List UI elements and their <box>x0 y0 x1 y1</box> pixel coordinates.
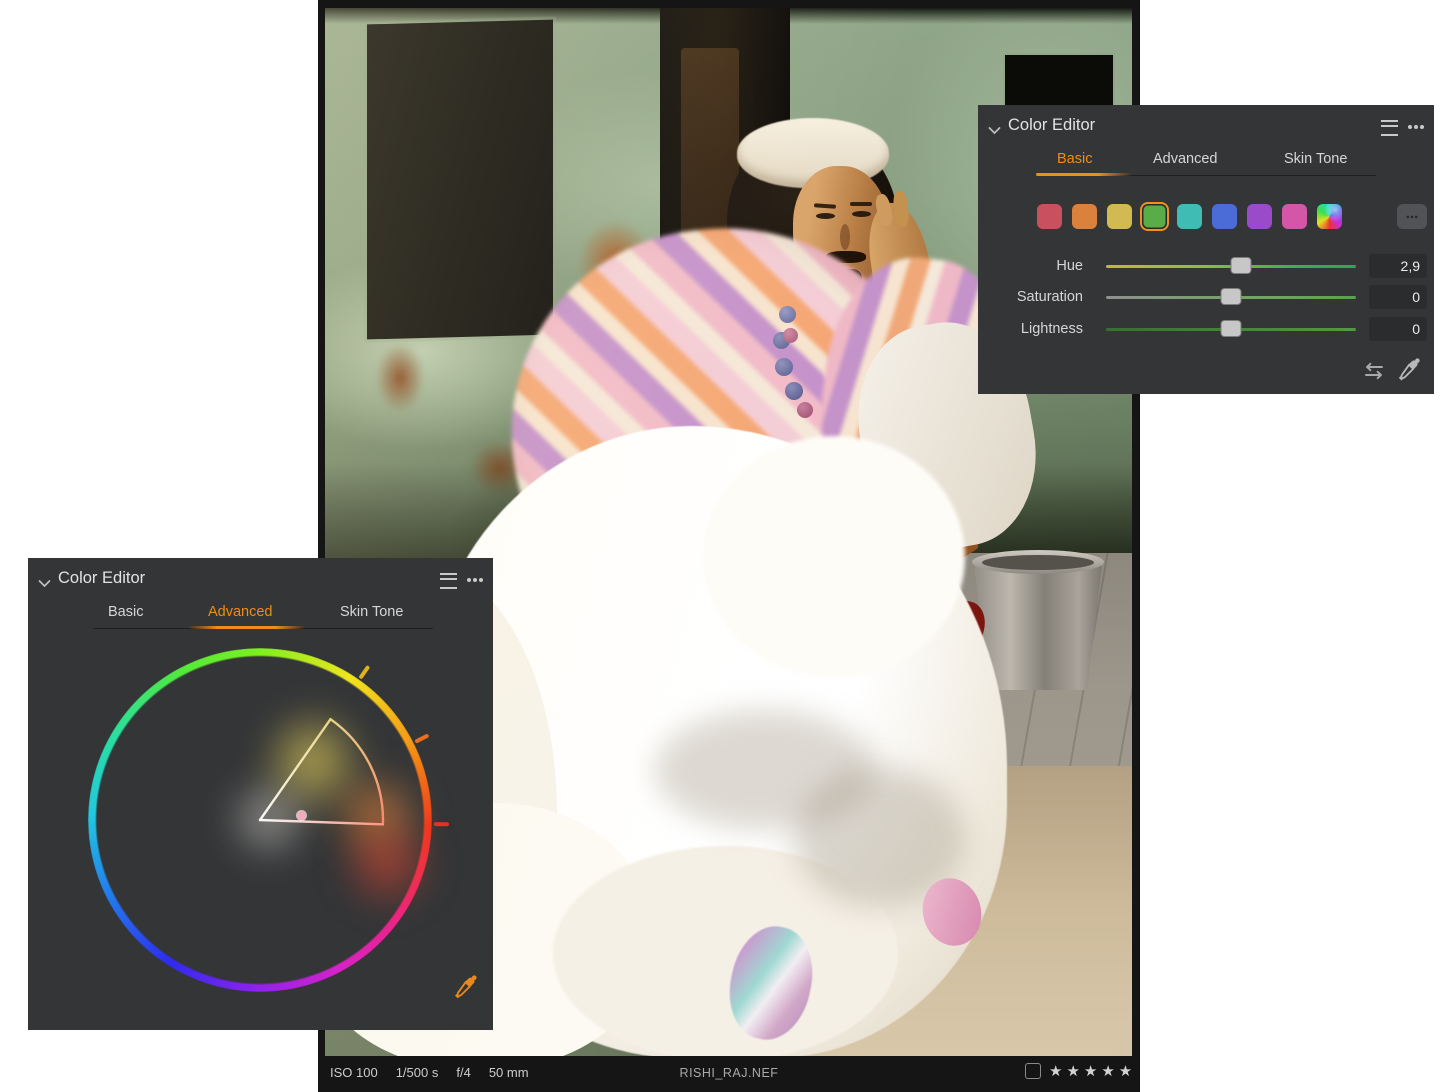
saturation-label: Saturation <box>978 289 1083 305</box>
saturation-slider[interactable] <box>1106 296 1356 299</box>
exif-readout: ISO 100 1/500 s f/4 50 mm <box>330 1065 529 1080</box>
hamburger-menu-icon[interactable] <box>1381 120 1398 136</box>
lightness-value-field[interactable]: 0 <box>1369 317 1427 341</box>
hue-slider-row: Hue 2,9 <box>978 250 1434 282</box>
ellipsis-menu-icon[interactable] <box>1408 125 1412 129</box>
swatch-purple[interactable] <box>1247 204 1272 229</box>
chevron-down-icon[interactable] <box>988 122 1001 140</box>
swatch-spectrum[interactable] <box>1317 204 1342 229</box>
swatch-blue[interactable] <box>1212 204 1237 229</box>
more-swatches-button[interactable]: ... <box>1397 204 1427 229</box>
image-filename: RISHI_RAJ.NEF <box>680 1066 779 1080</box>
hue-slider-thumb[interactable] <box>1231 257 1252 274</box>
app-canvas: ISO 100 1/500 s f/4 50 mm RISHI_RAJ.NEF … <box>0 0 1456 1092</box>
hue-value-field[interactable]: 2,9 <box>1369 254 1427 278</box>
eyedropper-icon[interactable] <box>1394 357 1421 389</box>
tab-skin-tone[interactable]: Skin Tone <box>1284 151 1347 167</box>
lightness-slider-row: Lightness 0 <box>978 313 1434 345</box>
color-editor-panel-basic: Color Editor Basic Advanced Skin Tone ..… <box>978 105 1434 394</box>
saturation-value-field[interactable]: 0 <box>1369 285 1427 309</box>
saturation-slider-thumb[interactable] <box>1221 288 1242 305</box>
hue-slider[interactable] <box>1106 265 1356 268</box>
tab-advanced[interactable]: Advanced <box>208 604 273 620</box>
star-rating[interactable]: ★★★★★ <box>1049 1062 1136 1080</box>
lightness-slider[interactable] <box>1106 328 1356 331</box>
hamburger-menu-icon[interactable] <box>440 573 457 589</box>
swatch-red[interactable] <box>1037 204 1062 229</box>
lightness-label: Lightness <box>978 321 1083 337</box>
swatch-green[interactable] <box>1142 204 1167 229</box>
selection-wedge[interactable] <box>88 648 432 992</box>
saturation-slider-row: Saturation 0 <box>978 281 1434 313</box>
tab-basic[interactable]: Basic <box>108 604 143 620</box>
color-tag-checkbox[interactable] <box>1025 1063 1041 1079</box>
lightness-slider-thumb[interactable] <box>1221 320 1242 337</box>
exif-aperture: f/4 <box>456 1065 470 1080</box>
compare-arrows-icon[interactable] <box>1362 361 1386 386</box>
ellipsis-menu-icon[interactable] <box>467 578 471 582</box>
swatch-teal[interactable] <box>1177 204 1202 229</box>
tab-advanced[interactable]: Advanced <box>1153 151 1218 167</box>
tab-basic[interactable]: Basic <box>1057 151 1092 167</box>
exif-focal-length: 50 mm <box>489 1065 529 1080</box>
color-editor-panel-advanced: Color Editor Basic Advanced Skin Tone <box>28 558 493 1030</box>
tab-skin-tone[interactable]: Skin Tone <box>340 604 403 620</box>
panel-title: Color Editor <box>1008 116 1095 135</box>
exif-iso: ISO 100 <box>330 1065 378 1080</box>
active-tab-underline <box>188 626 305 629</box>
color-wheel[interactable] <box>88 648 432 992</box>
hue-label: Hue <box>978 258 1083 274</box>
swatch-orange[interactable] <box>1072 204 1097 229</box>
active-tab-underline <box>1036 173 1132 176</box>
chevron-down-icon[interactable] <box>38 575 51 593</box>
eyedropper-icon-active[interactable] <box>450 974 478 1007</box>
panel-title: Color Editor <box>58 569 145 588</box>
swatch-magenta[interactable] <box>1282 204 1307 229</box>
viewer-status-bar: ISO 100 1/500 s f/4 50 mm RISHI_RAJ.NEF … <box>318 1056 1140 1092</box>
swatch-yellow[interactable] <box>1107 204 1132 229</box>
exif-shutter: 1/500 s <box>396 1065 439 1080</box>
wedge-handle-dot[interactable] <box>297 811 306 820</box>
